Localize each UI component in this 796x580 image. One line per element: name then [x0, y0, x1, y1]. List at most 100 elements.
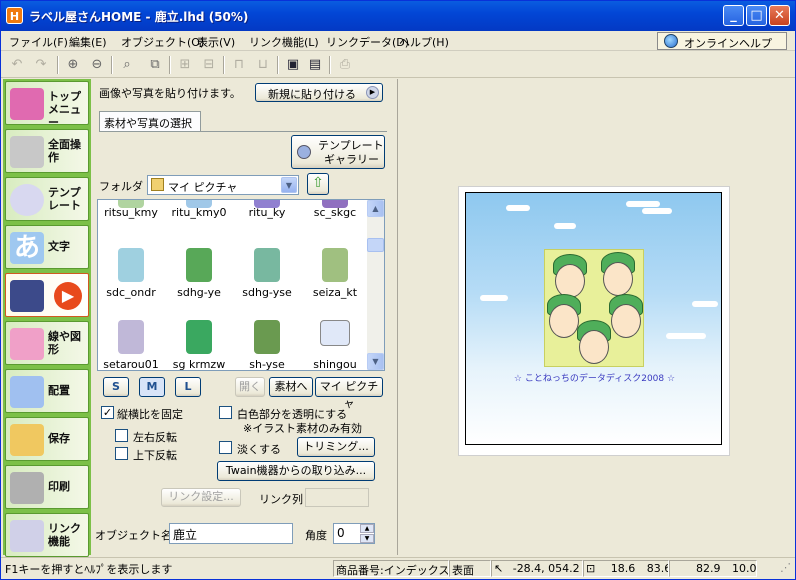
- resize-grip-icon[interactable]: ⋰: [759, 560, 793, 577]
- list-item[interactable]: ritsu_kmy: [98, 200, 164, 248]
- list-item[interactable]: shingou: [302, 320, 368, 370]
- sidebar-item-print[interactable]: 印刷: [5, 465, 89, 509]
- gallery-icon: [297, 145, 311, 159]
- toolbar-separator: [223, 56, 225, 74]
- sidebar-item-label: 文字: [48, 240, 70, 253]
- undo-icon[interactable]: ↶: [7, 55, 27, 75]
- title-bar[interactable]: H ラベル屋さんHOME - 鹿立.lhd (50%) _ □ ✕: [1, 1, 795, 31]
- sidebar-item-full-edit[interactable]: 全面操作: [5, 129, 89, 173]
- new-paste-button[interactable]: 新規に貼り付ける ▶: [255, 83, 383, 102]
- cursor-icon: ↖: [494, 562, 504, 575]
- folder-up-button[interactable]: ⇧: [307, 173, 329, 195]
- cloud: [554, 223, 576, 229]
- menu-link-data[interactable]: リンクデータ(D): [326, 34, 409, 50]
- status-size: ⊡ 18.6 83.6: [583, 560, 669, 577]
- label-caption[interactable]: ☆ ことねっちのデータディスク2008 ☆: [466, 371, 723, 384]
- page-double-icon[interactable]: ▤: [305, 55, 325, 75]
- to-material-button[interactable]: 素材へ: [269, 377, 313, 397]
- page-single-icon[interactable]: ▣: [283, 55, 303, 75]
- list-item[interactable]: seiza_kt: [302, 248, 368, 306]
- group-icon[interactable]: ⊞: [175, 55, 195, 75]
- white-transparent-checkbox[interactable]: [219, 406, 232, 419]
- list-item[interactable]: sdc_ondr: [98, 248, 164, 306]
- list-item[interactable]: sh-yse: [234, 320, 300, 370]
- sidebar-item-save[interactable]: 保存: [5, 417, 89, 461]
- zoom-out-icon[interactable]: ⊖: [87, 55, 107, 75]
- list-item[interactable]: setarou01: [98, 320, 164, 370]
- sidebar-item-label: 印刷: [48, 480, 70, 493]
- minimize-button[interactable]: _: [723, 5, 744, 26]
- tab-material-select[interactable]: 素材や写真の選択: [99, 111, 201, 131]
- sidebar-item-template[interactable]: テンプレート: [5, 177, 89, 221]
- ungroup-icon[interactable]: ⊟: [199, 55, 219, 75]
- object-name-input[interactable]: 鹿立: [169, 523, 293, 544]
- file-list[interactable]: ritsu_kmy ritu_kmy0 ritu_ky sc_skgc sdc_…: [97, 199, 385, 371]
- link-settings-button[interactable]: リンク設定...: [161, 488, 241, 507]
- menu-file[interactable]: ファイル(F): [9, 34, 68, 50]
- thumbnail: [322, 248, 348, 282]
- size-small-button[interactable]: S: [103, 377, 129, 397]
- zoom-fit-icon[interactable]: ⌕: [117, 55, 137, 75]
- list-item[interactable]: sdhg-ye: [166, 248, 232, 306]
- sidebar-item-link[interactable]: リンク機能: [5, 513, 89, 557]
- pale-checkbox[interactable]: [219, 441, 232, 454]
- spin-down-icon[interactable]: ▼: [360, 534, 374, 543]
- twain-import-button[interactable]: Twain機器からの取り込み...: [217, 461, 375, 481]
- spin-up-icon[interactable]: ▲: [360, 524, 374, 533]
- label-frame[interactable]: ☆ ことねっちのデータディスク2008 ☆: [465, 192, 722, 445]
- list-item[interactable]: ritu_ky: [234, 200, 300, 248]
- flip-h-checkbox[interactable]: [115, 429, 128, 442]
- app-window: H ラベル屋さんHOME - 鹿立.lhd (50%) _ □ ✕ ファイル(F…: [0, 0, 796, 580]
- my-picture-button[interactable]: マイ ピクチャ: [315, 377, 383, 410]
- label-paper[interactable]: ☆ ことねっちのデータディスク2008 ☆: [458, 186, 730, 456]
- size-large-button[interactable]: L: [175, 377, 201, 397]
- sidebar-item-top-menu[interactable]: トップメニュー: [5, 81, 89, 129]
- list-item[interactable]: sc_skgc: [302, 200, 368, 248]
- arrow-right-icon: ▶: [366, 86, 379, 99]
- menu-object[interactable]: オブジェクト(O): [121, 34, 204, 50]
- scroll-thumb[interactable]: [367, 238, 384, 252]
- open-button[interactable]: 開く: [235, 377, 265, 397]
- online-help-label: オンラインヘルプ: [684, 37, 772, 50]
- hint-text: 画像や写真を貼り付けます。: [99, 87, 241, 100]
- angle-stepper[interactable]: 0 ▲ ▼: [333, 523, 375, 544]
- gallery-label-2: ギャラリー: [324, 153, 379, 166]
- online-help-button[interactable]: オンラインヘルプ: [657, 32, 787, 50]
- sidebar-item-shapes[interactable]: 線や図形: [5, 321, 89, 365]
- maximize-button[interactable]: □: [746, 5, 767, 26]
- chevron-down-icon[interactable]: ▼: [281, 177, 297, 193]
- menu-view[interactable]: 表示(V): [197, 34, 235, 50]
- trimming-button[interactable]: トリミング...: [297, 437, 375, 457]
- gallery-label-1: テンプレート: [318, 139, 384, 152]
- template-gallery-button[interactable]: テンプレート ギャラリー: [291, 135, 385, 169]
- thumbnail: [254, 248, 280, 282]
- close-button[interactable]: ✕: [769, 5, 790, 26]
- folder-select[interactable]: マイ ピクチャ ▼: [147, 175, 299, 195]
- link-column-select[interactable]: [305, 488, 369, 507]
- pasted-image[interactable]: [544, 249, 644, 367]
- unlock-icon[interactable]: ⊔: [253, 55, 273, 75]
- menu-edit[interactable]: 編集(E): [69, 34, 107, 50]
- menu-link[interactable]: リンク機能(L): [249, 34, 319, 50]
- sidebar-item-image[interactable]: ▶: [5, 273, 89, 317]
- sidebar-item-text[interactable]: あ 文字: [5, 225, 89, 269]
- list-item[interactable]: sg krmzw: [166, 320, 232, 370]
- size-medium-button[interactable]: M: [139, 377, 165, 397]
- flip-v-checkbox[interactable]: [115, 447, 128, 460]
- sidebar-item-layout[interactable]: 配置: [5, 369, 89, 413]
- menu-help[interactable]: ヘルプ(H): [399, 34, 449, 50]
- list-item[interactable]: sdhg-yse: [234, 248, 300, 306]
- toolbar: ↶ ↷ ⊕ ⊖ ⌕ ⧉ ⊞ ⊟ ⊓ ⊔ ▣ ▤ ⎙: [1, 52, 795, 78]
- list-item[interactable]: ritu_kmy0: [166, 200, 232, 248]
- status-position: ↖ -28.4, 054.2: [491, 560, 583, 577]
- zoom-in-icon[interactable]: ⊕: [63, 55, 83, 75]
- lock-icon[interactable]: ⊓: [229, 55, 249, 75]
- canvas-area[interactable]: ☆ ことねっちのデータディスク2008 ☆: [397, 79, 793, 555]
- keep-ratio-checkbox[interactable]: ✓: [101, 406, 114, 419]
- scroll-down-icon[interactable]: ▼: [367, 353, 384, 370]
- frame-icon[interactable]: ⧉: [145, 55, 165, 75]
- redo-icon[interactable]: ↷: [31, 55, 51, 75]
- print-preview-icon[interactable]: ⎙: [335, 55, 355, 75]
- scroll-up-icon[interactable]: ▲: [367, 200, 384, 217]
- list-scrollbar[interactable]: ▲ ▼: [367, 200, 384, 370]
